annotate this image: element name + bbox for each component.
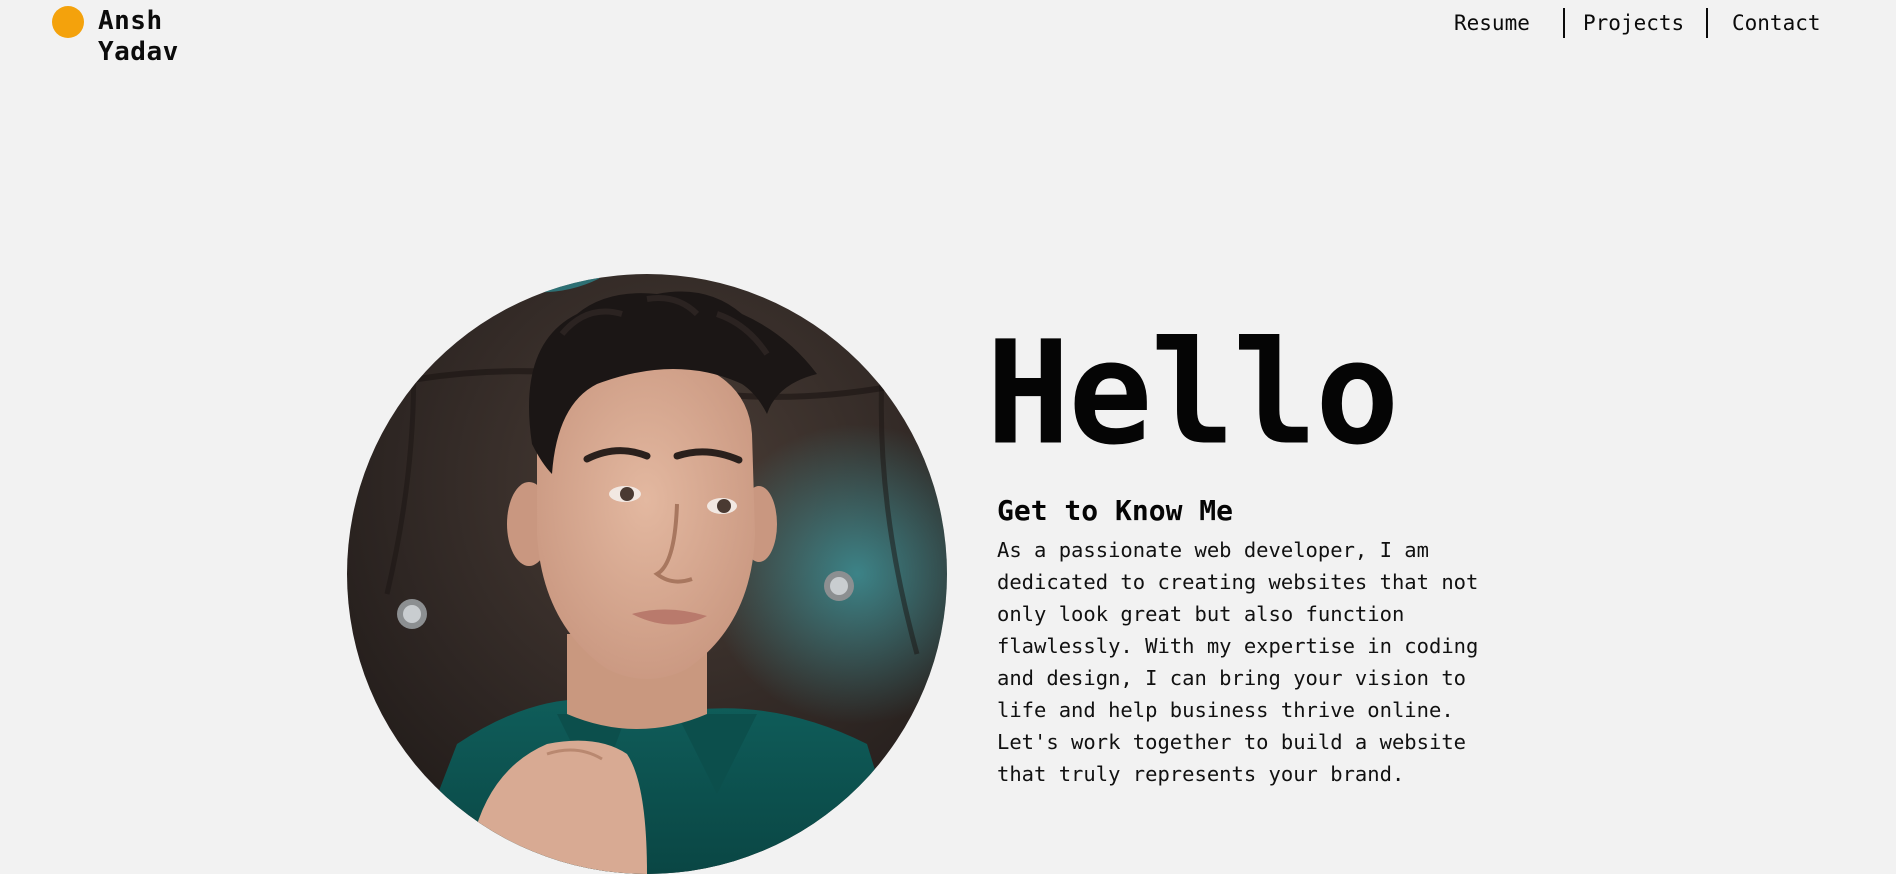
logo[interactable]: Ansh Yadav [52, 6, 179, 68]
nav-link-projects[interactable]: Projects [1583, 8, 1684, 38]
hero-greeting: Hello [986, 310, 1399, 478]
nav-link-contact[interactable]: Contact [1732, 8, 1821, 38]
logo-name: Ansh Yadav [98, 6, 179, 68]
about-text: As a passionate web developer, I am dedi… [997, 538, 1479, 786]
profile-photo [347, 274, 947, 874]
profile-photo-illustration [347, 274, 947, 874]
nav-link-resume[interactable]: Resume [1454, 8, 1530, 38]
nav-divider [1706, 8, 1708, 38]
logo-dot-icon [52, 6, 84, 38]
logo-name-last: Yadav [98, 37, 179, 67]
logo-name-first: Ansh [98, 6, 163, 36]
nav-divider [1563, 8, 1565, 38]
about-title: Get to Know Me [997, 494, 1234, 527]
